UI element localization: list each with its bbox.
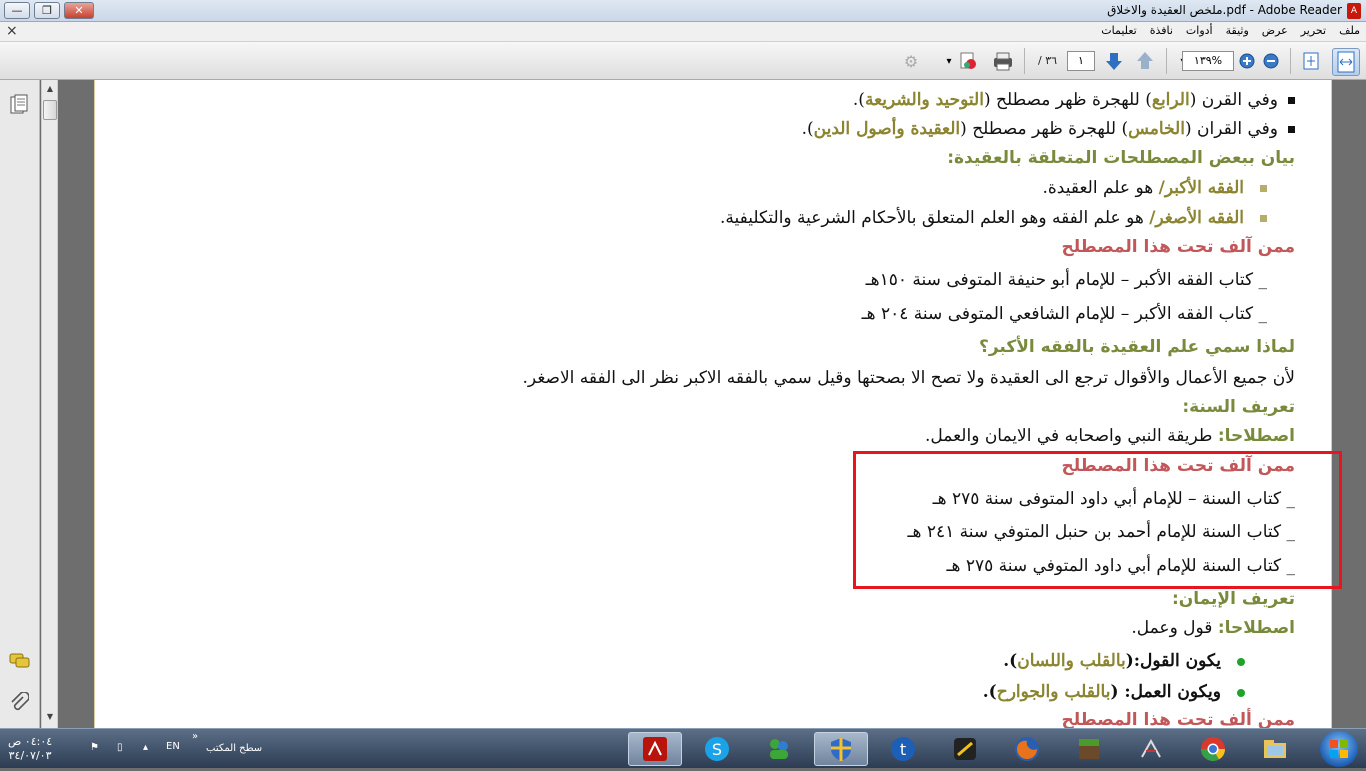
scroll-up-arrow-icon[interactable]: ▲ (43, 82, 57, 96)
collaborate-icon[interactable]: ⚙ (898, 49, 924, 73)
navigation-pane (0, 80, 40, 728)
section-heading: لماذا سمي علم العقيدة بالفقه الأكبر؟ (978, 337, 1295, 357)
vertical-scrollbar[interactable]: ▲ ▼ (41, 80, 58, 728)
document-viewport[interactable]: وفي القرن (الرابع) للهجرة ظهر مصطلح (الت… (58, 80, 1366, 728)
language-indicator[interactable]: EN (166, 741, 180, 752)
taskbar-tango[interactable]: t (876, 732, 930, 766)
taskbar-firefox[interactable] (1000, 732, 1054, 766)
minimize-button[interactable]: — (4, 2, 30, 19)
menu-edit[interactable]: تحرير (1301, 24, 1326, 37)
page-number-input[interactable]: ١ (1067, 51, 1095, 71)
scrollbar-thumb[interactable] (43, 100, 57, 120)
tray-expand-icon[interactable]: ▴ (143, 742, 148, 753)
section-heading: بيان ببعض المصطلحات المتعلقة بالعقيدة: (947, 148, 1295, 168)
restore-button[interactable]: ❐ (34, 2, 60, 19)
scroll-down-arrow-icon[interactable]: ▼ (43, 710, 57, 724)
window-title: pdf - Adobe Reader.ملخص العقيدة والاخلاق (1107, 3, 1342, 17)
pages-panel-icon[interactable] (9, 94, 29, 114)
document-line: يكون القول:(بالقلب واللسان). (1003, 651, 1245, 671)
page-total: / ٣٦ (1038, 54, 1058, 67)
create-pdf-icon[interactable] (955, 49, 981, 73)
section-heading: ممن آلف تحت هذا المصطلح (1061, 237, 1295, 257)
comments-icon[interactable] (9, 652, 30, 672)
document-line: الفقه الأكبر/ هو علم العقيدة. (1043, 178, 1267, 198)
menu-bar: × ملف تحرير عرض وثيقة أدوات نافذة تعليما… (0, 22, 1366, 42)
zoom-out-icon[interactable] (1258, 49, 1284, 73)
document-line: وفي القران (الخامس) للهجرة ظهر مصطلح (ال… (802, 119, 1295, 139)
battery-icon[interactable]: ▯ (117, 742, 123, 753)
toolbar-separator (1290, 48, 1291, 74)
taskbar-chrome[interactable] (1186, 732, 1240, 766)
previous-page-icon[interactable] (1132, 49, 1158, 73)
document-line: الفقه الأصغر/ هو علم الفقه وهو العلم الم… (720, 208, 1267, 228)
section-heading: تعريف السنة: (1182, 397, 1295, 417)
attachment-icon[interactable] (9, 691, 30, 712)
section-heading: تعريف الإيمان: (1171, 589, 1295, 609)
section-heading: ممن ألف تحت هذا المصطلح (1061, 710, 1295, 728)
document-line: اصطلاحا: طريقة النبي واصحابه في الايمان … (925, 426, 1295, 446)
toolbar-separator (1166, 48, 1167, 74)
svg-text:S: S (712, 740, 722, 759)
menu-document[interactable]: وثيقة (1226, 24, 1249, 37)
document-line: اصطلاحا: قول وعمل. (1131, 618, 1295, 638)
start-button[interactable] (1320, 731, 1358, 767)
print-icon[interactable] (990, 49, 1016, 73)
zoom-in-icon[interactable] (1234, 49, 1260, 73)
menu-file[interactable]: ملف (1339, 24, 1360, 37)
highlight-rectangle (853, 451, 1342, 589)
taskbar-security[interactable] (814, 732, 868, 766)
toolbar-expand-icon[interactable]: » (192, 731, 198, 742)
zoom-input[interactable]: ١٣٩% (1182, 51, 1234, 71)
taskbar-app-icon[interactable] (1124, 732, 1178, 766)
fit-width-button[interactable] (1332, 48, 1360, 76)
taskbar-minecraft[interactable] (1062, 732, 1116, 766)
toolbar-separator (1024, 48, 1025, 74)
document-line: ويكون العمل: (بالقلب والجوارح). (983, 682, 1245, 702)
document-line: وفي القرن (الرابع) للهجرة ظهر مصطلح (الت… (853, 90, 1295, 110)
taskbar-skype[interactable]: S (690, 732, 744, 766)
flag-icon[interactable]: ⚑ (90, 742, 99, 753)
close-button[interactable]: ✕ (64, 2, 94, 19)
taskbar-messenger[interactable] (752, 732, 806, 766)
taskbar-app-icon[interactable] (938, 732, 992, 766)
pdf-page: وفي القرن (الرابع) للهجرة ظهر مصطلح (الت… (94, 80, 1342, 728)
svg-text:t: t (900, 740, 906, 759)
system-clock[interactable]: ٠٤:٠٤ ص ٣٤/٠٧/٠٣ (8, 735, 52, 763)
next-page-icon[interactable] (1101, 49, 1127, 73)
document-line: لأن جميع الأعمال والأقوال ترجع الى العقي… (522, 368, 1295, 388)
taskbar-adobe-reader[interactable] (628, 732, 682, 766)
title-bar: — ❐ ✕ pdf - Adobe Reader.ملخص العقيدة وا… (0, 0, 1366, 22)
toolbar: ⚙ ▾ / ٣٦ ١ ▾ ١٣٩% (0, 42, 1366, 80)
taskbar: ٠٤:٠٤ ص ٣٤/٠٧/٠٣ ⚑ ▯ ▴ EN » سطح المكتب S… (0, 728, 1366, 768)
fit-page-icon[interactable] (1298, 49, 1324, 73)
document-close-icon[interactable]: × (6, 23, 18, 39)
menu-window[interactable]: نافذة (1150, 24, 1173, 37)
menu-tools[interactable]: أدوات (1186, 24, 1213, 37)
taskbar-explorer[interactable] (1248, 732, 1302, 766)
adobe-pdf-icon: A (1347, 3, 1361, 19)
desktop-toolbar-label[interactable]: سطح المكتب (206, 743, 262, 754)
document-line: _ كتاب الفقه الأكبر – للإمام الشافعي الم… (861, 304, 1267, 324)
document-line: _ كتاب الفقه الأكبر – للإمام أبو حنيفة ا… (865, 270, 1267, 290)
menu-help[interactable]: تعليمات (1101, 24, 1136, 37)
menu-view[interactable]: عرض (1262, 24, 1288, 37)
